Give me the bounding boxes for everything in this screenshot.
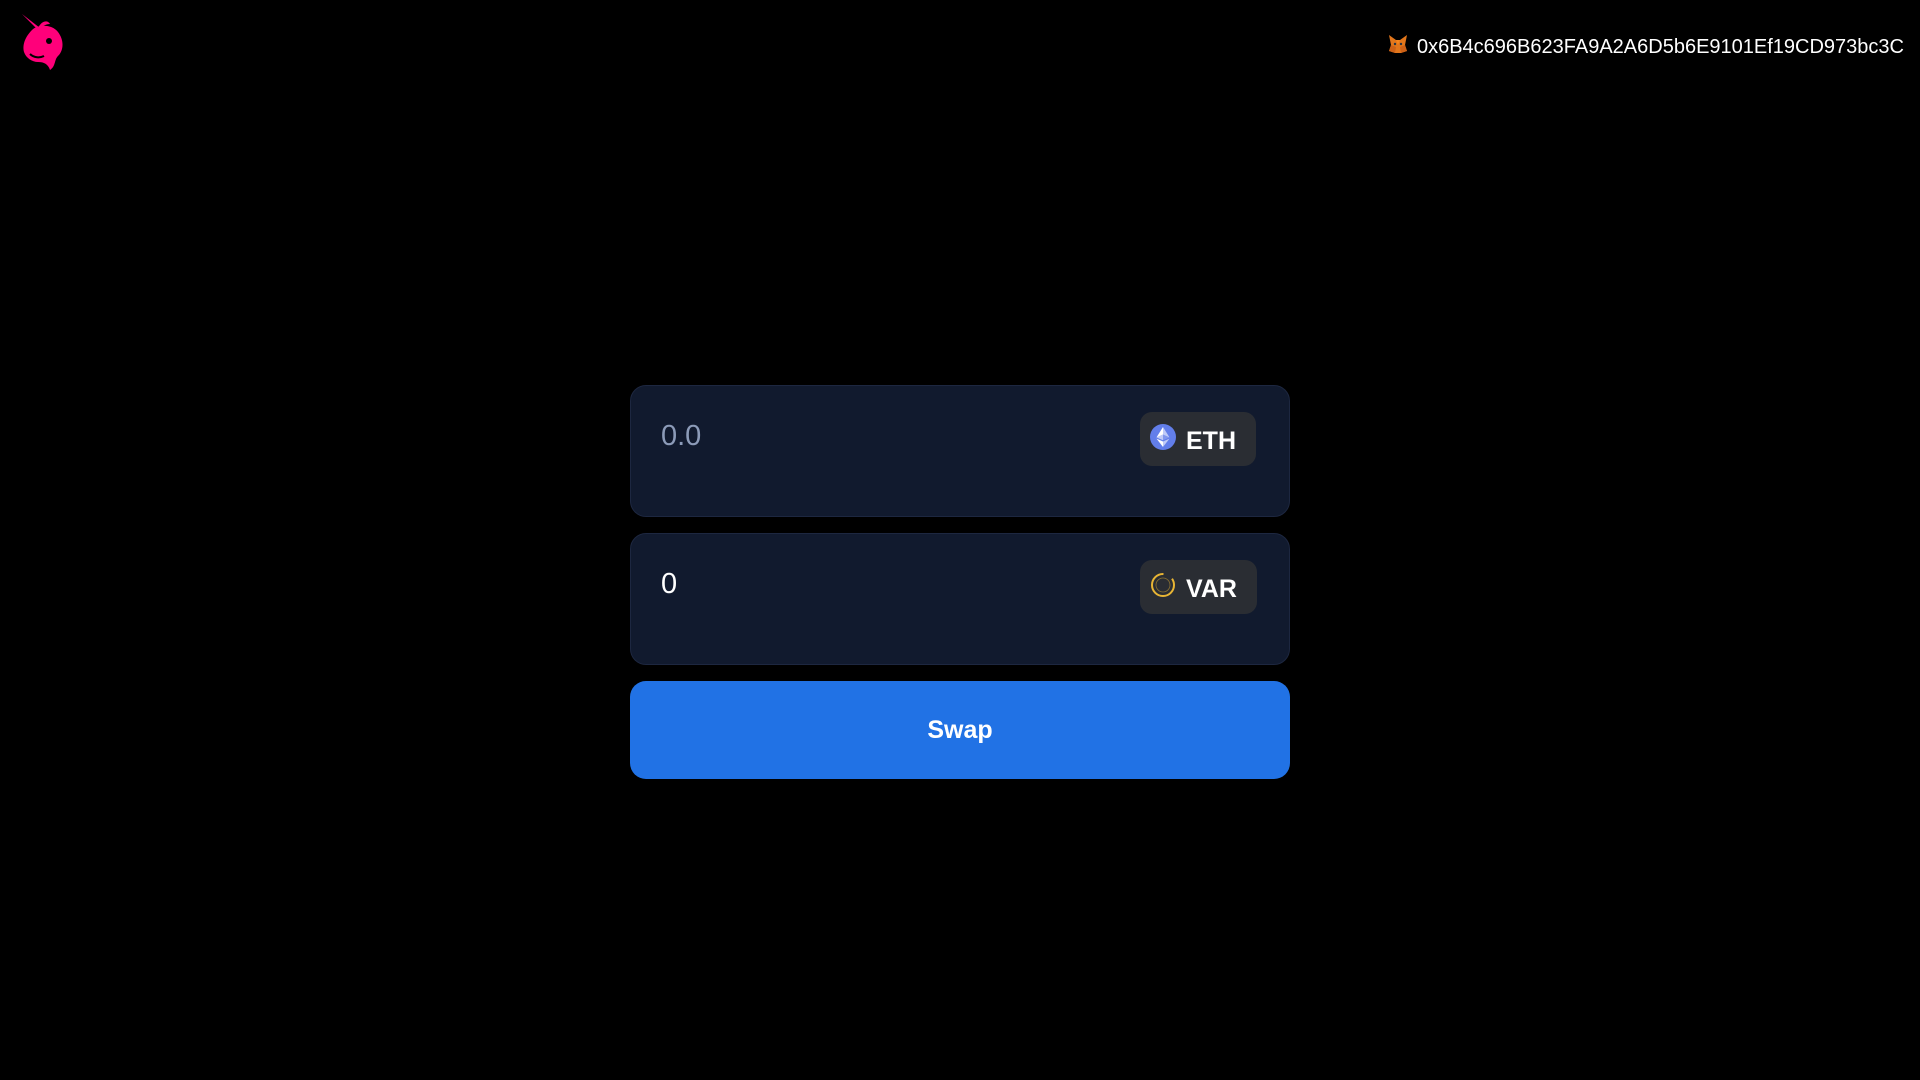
ethereum-icon xyxy=(1150,423,1176,455)
to-token-box: VAR xyxy=(630,533,1290,665)
var-token-icon xyxy=(1150,572,1176,603)
to-token-symbol: VAR xyxy=(1186,574,1237,603)
swap-button[interactable]: Swap xyxy=(630,681,1290,779)
wallet-address-button[interactable]: 0x6B4c696B623FA9A2A6D5b6E9101Ef19CD973bc… xyxy=(1387,31,1904,63)
metamask-fox-icon xyxy=(1387,33,1409,61)
to-amount-input[interactable] xyxy=(661,562,1101,606)
top-bar: 0x6B4c696B623FA9A2A6D5b6E9101Ef19CD973bc… xyxy=(0,0,1920,92)
uniswap-logo-icon[interactable] xyxy=(18,14,70,72)
to-token-select[interactable]: VAR xyxy=(1140,560,1257,614)
from-token-box: ETH xyxy=(630,385,1290,517)
from-token-symbol: ETH xyxy=(1186,426,1236,455)
swap-panel: ETH VAR Swap xyxy=(630,385,1290,779)
from-token-select[interactable]: ETH xyxy=(1140,412,1256,466)
wallet-address-text: 0x6B4c696B623FA9A2A6D5b6E9101Ef19CD973bc… xyxy=(1416,35,1904,58)
from-amount-input[interactable] xyxy=(661,414,1101,458)
